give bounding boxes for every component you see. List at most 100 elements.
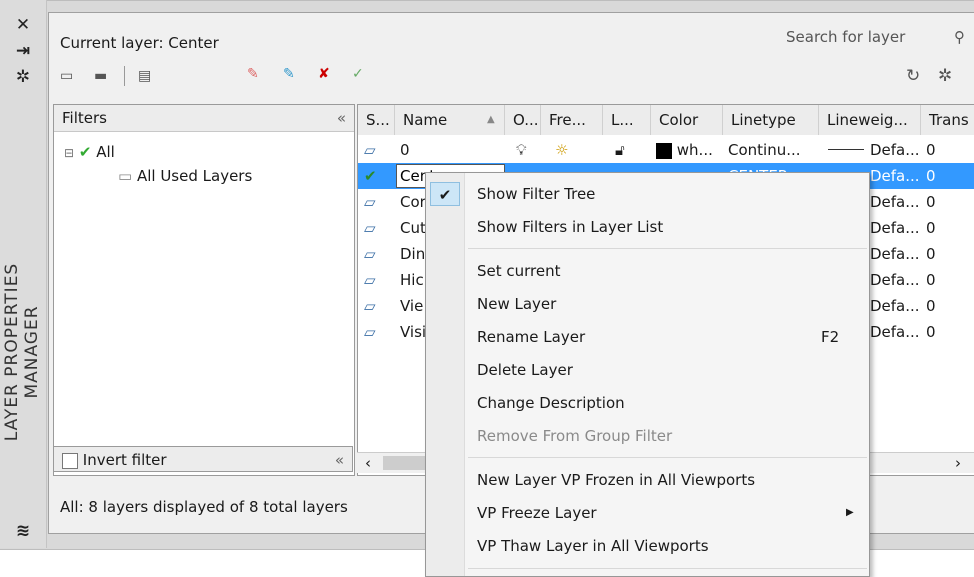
menu-item-label: VP Thaw Layer in All Viewports [477, 537, 709, 555]
layer-name: Visi [400, 323, 427, 341]
lineweight-cell[interactable]: Defa... [870, 189, 920, 215]
autohide-icon[interactable]: ⇥ [0, 40, 46, 62]
palette-titlebar: ✕ ⇥ ✲ LAYER PROPERTIES MANAGER ≋ [0, 0, 47, 548]
column-color[interactable]: Color [651, 105, 723, 135]
menu-item-label: New Layer VP Frozen in All Viewports [477, 471, 756, 489]
menu-item-label: Show Filter Tree [477, 185, 596, 203]
layer-status-icon: ▱ [364, 219, 376, 237]
search-icon[interactable]: ⚲ [954, 28, 965, 46]
transparency-cell[interactable]: 0 [926, 215, 936, 241]
layer-status-icon: ▱ [364, 323, 376, 341]
layer-status-icon: ▱ [364, 193, 376, 211]
menu-item-set-current[interactable]: Set current [426, 256, 869, 286]
menu-item-vp-freeze-layer[interactable]: VP Freeze Layer ▶ [426, 498, 869, 528]
layer-name: Cor [400, 193, 426, 211]
menu-item-label: New Layer [477, 295, 557, 313]
menu-separator [468, 568, 867, 569]
transparency-cell[interactable]: 0 [926, 137, 936, 163]
current-layer-check-icon: ✔ [364, 167, 377, 185]
color-name: wh... [676, 141, 713, 159]
refresh-icon[interactable]: ↻ [906, 66, 920, 86]
transparency-cell[interactable]: 0 [926, 293, 936, 319]
layer-name: 0 [400, 141, 410, 159]
lineweight-cell[interactable]: Defa... [870, 293, 920, 319]
color-swatch [656, 142, 672, 159]
lineweight-cell[interactable]: Defa... [870, 163, 920, 189]
properties-icon[interactable]: ✲ [0, 66, 46, 88]
menu-item-change-description[interactable]: Change Description [426, 388, 869, 418]
menu-item-label: Rename Layer [477, 328, 586, 346]
scroll-right-icon[interactable]: › [955, 454, 961, 472]
menu-item-vp-thaw-layer[interactable]: VP Thaw Layer in All Viewports [426, 531, 869, 561]
scroll-left-icon[interactable]: ‹ [365, 454, 371, 472]
linetype-cell[interactable]: Continu... [728, 137, 801, 163]
menu-item-new-layer[interactable]: New Layer [426, 289, 869, 319]
menu-item-show-filter-tree[interactable]: ✔ Show Filter Tree [426, 179, 869, 209]
context-menu: ✔ Show Filter Tree Show Filters in Layer… [425, 172, 870, 577]
sort-asc-icon: ▲ [487, 114, 495, 125]
collapse-icon[interactable]: « [335, 447, 344, 473]
filters-panel: Filters « ⊟ ✔ All ▭ All Used Layers [53, 104, 355, 476]
lineweight-line [828, 149, 864, 150]
new-property-filter-icon[interactable]: ▭ [60, 68, 73, 84]
delete-layer-icon[interactable]: ✘ [318, 66, 330, 82]
menu-separator [468, 248, 867, 249]
lightbulb-icon[interactable]: 💡︎ [516, 137, 527, 163]
search-input[interactable]: Search for layer ⚲ [786, 28, 974, 50]
menu-item-delete-layer[interactable]: Delete Layer [426, 355, 869, 385]
status-text: All: 8 layers displayed of 8 total layer… [60, 498, 348, 516]
transparency-cell[interactable]: 0 [926, 189, 936, 215]
palette-title: LAYER PROPERTIES MANAGER [2, 262, 42, 442]
close-icon[interactable]: ✕ [0, 14, 46, 36]
filter-tree-item-used[interactable]: ▭ All Used Layers [118, 167, 252, 185]
gear-icon[interactable]: ✲ [938, 66, 952, 86]
unlock-icon[interactable]: 🔓︎ [615, 137, 625, 163]
column-transparency[interactable]: Trans [921, 105, 974, 135]
check-icon: ✔ [430, 182, 460, 206]
menu-item-show-filters-in-list[interactable]: Show Filters in Layer List [426, 212, 869, 242]
set-current-icon[interactable]: ✓ [352, 66, 364, 82]
column-lineweight[interactable]: Lineweig... [819, 105, 921, 135]
transparency-cell[interactable]: 0 [926, 267, 936, 293]
menu-item-label: Change Description [477, 394, 625, 412]
lineweight-cell[interactable]: Defa... [870, 241, 920, 267]
search-placeholder: Search for layer [786, 28, 906, 46]
menu-item-rename-layer[interactable]: Rename Layer F2 [426, 322, 869, 352]
filter-all-icon: ✔ [78, 143, 92, 161]
sun-icon[interactable]: ☼ [555, 137, 568, 163]
filters-header-label: Filters [62, 109, 107, 127]
menu-item-remove-from-group-filter: Remove From Group Filter [426, 421, 869, 451]
folder-filter-icon: ▭ [118, 167, 133, 185]
new-layer-icon[interactable]: ✎ [247, 66, 259, 82]
lineweight-cell[interactable]: Defa... [870, 137, 920, 163]
transparency-cell[interactable]: 0 [926, 241, 936, 267]
transparency-cell[interactable]: 0 [926, 163, 936, 189]
filter-tree-item-all[interactable]: ⊟ ✔ All [64, 143, 115, 161]
column-on[interactable]: O... [505, 105, 541, 135]
layer-states-icon[interactable]: ▤ [138, 68, 151, 84]
menu-item-label: Remove From Group Filter [477, 427, 673, 445]
column-freeze[interactable]: Fre... [541, 105, 603, 135]
new-layer-vp-frozen-icon[interactable]: ✎ [283, 66, 295, 82]
layer-status-icon: ▱ [364, 297, 376, 315]
color-cell[interactable]: wh... [656, 137, 713, 163]
lineweight-cell[interactable]: Defa... [870, 267, 920, 293]
scroll-thumb[interactable] [383, 456, 431, 470]
column-status[interactable]: S... [358, 105, 395, 135]
transparency-cell[interactable]: 0 [926, 319, 936, 345]
column-lock[interactable]: L... [603, 105, 651, 135]
layer-name: Cut [400, 219, 426, 237]
table-row[interactable]: ▱ 0 💡︎ ☼ 🔓︎ wh... Continu... Defa... 0 [358, 137, 974, 163]
tree-collapse-icon[interactable]: ⊟ [64, 146, 74, 160]
column-linetype[interactable]: Linetype [723, 105, 819, 135]
menu-item-new-layer-vp-frozen[interactable]: New Layer VP Frozen in All Viewports [426, 465, 869, 495]
invert-filter-checkbox[interactable] [62, 452, 78, 469]
new-group-filter-icon[interactable]: ▬ [94, 68, 107, 84]
collapse-filters-icon[interactable]: « [337, 105, 346, 131]
layers-stack-icon: ≋ [15, 521, 31, 541]
column-name[interactable]: Name ▲ [395, 105, 505, 135]
layer-status-icon: ▱ [364, 141, 376, 159]
invert-filter-label: Invert filter [82, 451, 167, 469]
lineweight-cell[interactable]: Defa... [870, 319, 920, 345]
lineweight-cell[interactable]: Defa... [870, 215, 920, 241]
